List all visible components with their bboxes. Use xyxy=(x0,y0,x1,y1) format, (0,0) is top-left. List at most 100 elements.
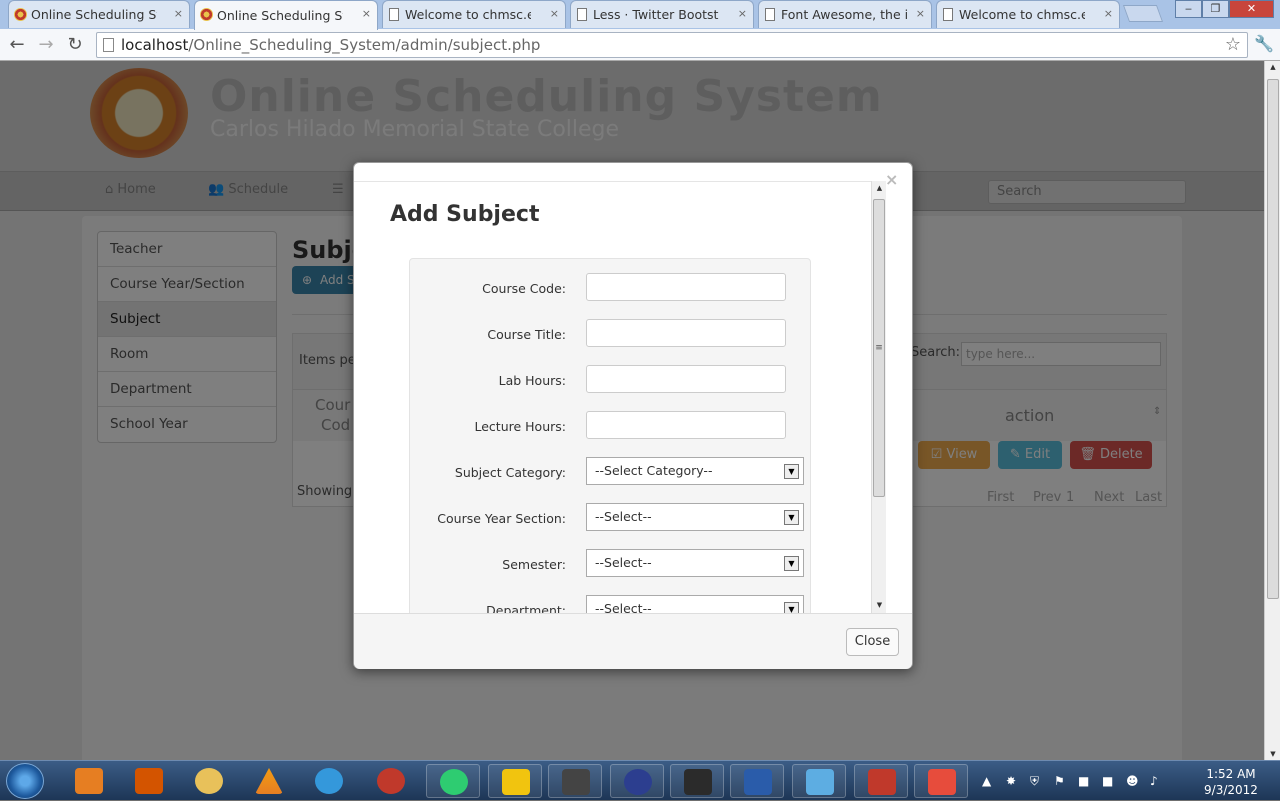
course-code-input[interactable] xyxy=(586,273,786,301)
modal-footer: Close xyxy=(354,613,912,669)
new-tab-button[interactable] xyxy=(1122,5,1164,22)
taskbar-app[interactable] xyxy=(62,764,116,798)
windows-taskbar: ▲ ✸ ⛨ ⚑ ■ ■ ☻ ♪ 1:52 AM 9/3/2012 xyxy=(0,760,1280,800)
taskbar-app[interactable] xyxy=(364,764,418,798)
modal-title: Add Subject xyxy=(390,202,540,227)
browser-tab[interactable]: Font Awesome, the iconic font × xyxy=(758,0,932,28)
lecture-hours-label: Lecture Hours: xyxy=(474,419,567,434)
department-select[interactable]: --Select-- ▼ xyxy=(586,595,804,613)
taskbar-app[interactable] xyxy=(242,764,296,798)
forward-arrow-icon[interactable]: → xyxy=(35,34,57,55)
back-arrow-icon[interactable]: ← xyxy=(6,34,28,55)
window-close-icon[interactable]: ✕ xyxy=(1229,0,1274,18)
start-orb-icon[interactable] xyxy=(6,763,44,799)
browser-tab-bar: Online Scheduling System × Online Schedu… xyxy=(0,0,1280,30)
tray-green-icon[interactable]: ■ xyxy=(1102,774,1113,788)
taskbar-app[interactable] xyxy=(730,764,784,798)
action-center-flag-icon[interactable]: ⚑ xyxy=(1054,774,1065,788)
wrench-icon[interactable]: 🔧 xyxy=(1254,34,1274,53)
scroll-down-arrow-icon[interactable]: ▼ xyxy=(872,598,887,613)
tab-close-icon[interactable]: × xyxy=(916,7,925,20)
notepad-icon xyxy=(502,769,530,795)
flash-icon xyxy=(377,768,405,794)
page-icon xyxy=(765,8,775,21)
lab-hours-label: Lab Hours: xyxy=(498,373,566,388)
taskbar-app[interactable] xyxy=(426,764,480,798)
tray-people-icon[interactable]: ☻ xyxy=(1126,774,1139,788)
taskbar-app[interactable] xyxy=(182,764,236,798)
form-row-course-code: Course Code: xyxy=(410,273,812,303)
page-scrollbar[interactable]: ▲ ▼ xyxy=(1264,61,1280,760)
scroll-up-arrow-icon[interactable]: ▲ xyxy=(1265,63,1280,71)
taskbar-app[interactable] xyxy=(610,764,664,798)
tray-app-icon[interactable]: ✸ xyxy=(1006,774,1016,788)
paint-palette-icon xyxy=(195,768,223,794)
tab-close-icon[interactable]: × xyxy=(550,7,559,20)
url-host: localhost xyxy=(121,36,189,54)
taskbar-app[interactable] xyxy=(670,764,724,798)
taskbar-app[interactable] xyxy=(302,764,356,798)
browser-tab[interactable]: Online Scheduling System × xyxy=(8,0,190,28)
browser-tab[interactable]: Welcome to chmsc.edu.ph × xyxy=(382,0,566,28)
course-year-section-select[interactable]: --Select-- ▼ xyxy=(586,503,804,531)
page-icon xyxy=(103,38,114,52)
page-scrollbar-thumb[interactable] xyxy=(1267,79,1279,599)
taskbar-app[interactable] xyxy=(914,764,968,798)
tab-label: Online Scheduling System xyxy=(217,8,343,23)
address-bar[interactable]: localhost/Online_Scheduling_System/admin… xyxy=(96,32,1248,58)
page-icon xyxy=(577,8,587,21)
volume-icon[interactable]: ♪ xyxy=(1150,774,1158,788)
modal-scrollbar-thumb[interactable]: ≡ xyxy=(873,199,885,497)
close-button[interactable]: Close xyxy=(846,628,899,656)
course-title-input[interactable] xyxy=(586,319,786,347)
system-tray: ▲ ✸ ⛨ ⚑ ■ ■ ☻ ♪ xyxy=(978,761,1178,801)
dropdown-arrow-icon[interactable]: ▼ xyxy=(784,510,799,525)
bookmark-star-icon[interactable]: ☆ xyxy=(1225,33,1241,57)
modal-scrollbar[interactable]: ▲ ≡ ▼ xyxy=(871,181,886,613)
tab-close-icon[interactable]: × xyxy=(1104,7,1113,20)
page-icon xyxy=(389,8,399,21)
taskbar-app[interactable] xyxy=(488,764,542,798)
taskbar-app[interactable] xyxy=(854,764,908,798)
reload-icon[interactable]: ↻ xyxy=(64,34,86,55)
clock-date: 9/3/2012 xyxy=(1204,783,1258,797)
course-year-section-value: --Select-- xyxy=(595,509,652,524)
taskbar-clock[interactable]: 1:52 AM 9/3/2012 xyxy=(1196,766,1266,798)
scroll-down-arrow-icon[interactable]: ▼ xyxy=(1265,750,1280,758)
tray-b-icon[interactable]: ■ xyxy=(1078,774,1089,788)
tab-label: Welcome to chmsc.edu.ph xyxy=(405,7,531,22)
dropdown-arrow-icon[interactable]: ▼ xyxy=(784,464,799,479)
browser-tab-active[interactable]: Online Scheduling System × xyxy=(194,0,378,30)
taskbar-app[interactable] xyxy=(792,764,846,798)
browser-tab[interactable]: Less · Twitter Bootstrap × xyxy=(570,0,754,28)
window-controls: ‒ ❐ ✕ xyxy=(1175,0,1274,18)
tab-close-icon[interactable]: × xyxy=(362,7,371,20)
tab-label: Online Scheduling System xyxy=(31,7,157,22)
browser-tab[interactable]: Welcome to chmsc.edu.ph × xyxy=(936,0,1120,28)
course-title-label: Course Title: xyxy=(487,327,566,342)
taskbar-app[interactable] xyxy=(122,764,176,798)
minimize-icon[interactable]: ‒ xyxy=(1175,0,1202,18)
video-editor-icon xyxy=(135,768,163,794)
tab-close-icon[interactable]: × xyxy=(738,7,747,20)
word-icon xyxy=(744,769,772,795)
scroll-up-arrow-icon[interactable]: ▲ xyxy=(872,181,887,196)
tray-shield-icon[interactable]: ⛨ xyxy=(1030,774,1039,789)
lecture-hours-input[interactable] xyxy=(586,411,786,439)
tray-expand-icon[interactable]: ▲ xyxy=(982,774,991,788)
form-row-department: Department: --Select-- ▼ xyxy=(410,595,812,613)
subject-category-select[interactable]: --Select Category-- ▼ xyxy=(586,457,804,485)
form-row-lab-hours: Lab Hours: xyxy=(410,365,812,395)
modal-close-icon[interactable]: × xyxy=(885,170,898,189)
taskbar-app[interactable] xyxy=(548,764,602,798)
page-icon xyxy=(943,8,953,21)
dropdown-arrow-icon[interactable]: ▼ xyxy=(784,556,799,571)
windows-explorer-icon xyxy=(562,769,590,795)
dropdown-arrow-icon[interactable]: ▼ xyxy=(784,602,799,613)
semester-select[interactable]: --Select-- ▼ xyxy=(586,549,804,577)
tab-close-icon[interactable]: × xyxy=(174,7,183,20)
lab-hours-input[interactable] xyxy=(586,365,786,393)
form-row-semester: Semester: --Select-- ▼ xyxy=(410,549,812,579)
add-subject-modal: × Add Subject Course Code: Course Title:… xyxy=(353,162,913,669)
maximize-icon[interactable]: ❐ xyxy=(1202,0,1229,18)
